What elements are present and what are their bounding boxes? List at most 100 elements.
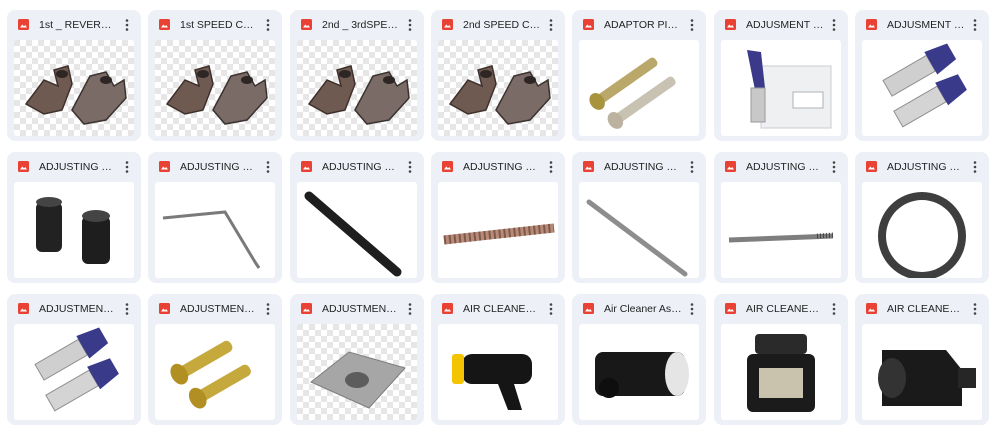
file-name: 1st _ REVERSE S... bbox=[39, 19, 117, 31]
file-card[interactable]: ADJUSMENT B... bbox=[714, 10, 848, 141]
file-card[interactable]: ADJUSTMENT ... bbox=[7, 294, 141, 425]
more-options-icon[interactable] bbox=[968, 301, 982, 317]
file-card[interactable]: ADJUSTING SC... bbox=[572, 152, 706, 283]
file-card[interactable]: ADJUSTING HA... bbox=[148, 152, 282, 283]
file-name: ADJUSTING SC... bbox=[746, 161, 824, 173]
file-thumbnail[interactable] bbox=[14, 40, 134, 136]
file-card-header: 1st _ REVERSE S... bbox=[7, 10, 141, 38]
file-name: ADJUSTING PIP... bbox=[322, 161, 400, 173]
file-thumbnail[interactable] bbox=[155, 324, 275, 420]
file-card-header: ADJUSTMENT ... bbox=[290, 294, 424, 322]
image-file-icon bbox=[301, 161, 312, 172]
file-card[interactable]: ADJUSMENT B... bbox=[855, 10, 989, 141]
more-options-icon[interactable] bbox=[403, 159, 417, 175]
image-file-icon bbox=[866, 303, 877, 314]
more-options-icon[interactable] bbox=[544, 17, 558, 33]
file-card[interactable]: AIR CLEANER A... bbox=[431, 294, 565, 425]
more-options-icon[interactable] bbox=[968, 159, 982, 175]
file-card-header: ADJUSTING HA... bbox=[148, 152, 282, 180]
file-name: ADJUSTING HA... bbox=[180, 161, 258, 173]
image-file-icon bbox=[442, 303, 453, 314]
file-card[interactable]: ADJUSTING WA... bbox=[855, 152, 989, 283]
file-card-header: AIR CLEANER A... bbox=[714, 294, 848, 322]
file-card-header: 1st SPEED CHA... bbox=[148, 10, 282, 38]
file-card-header: ADJUSTING PIP... bbox=[431, 152, 565, 180]
file-card-header: ADAPTOR PIN, ... bbox=[572, 10, 706, 38]
file-thumbnail[interactable] bbox=[438, 182, 558, 278]
more-options-icon[interactable] bbox=[827, 17, 841, 33]
file-card[interactable]: ADJUSTMENT ... bbox=[290, 294, 424, 425]
file-card[interactable]: ADJUSTMENT ... bbox=[148, 294, 282, 425]
file-card[interactable]: ADJUSTING HA... bbox=[7, 152, 141, 283]
file-thumbnail[interactable] bbox=[297, 324, 417, 420]
more-options-icon[interactable] bbox=[544, 159, 558, 175]
file-card[interactable]: 1st _ REVERSE S... bbox=[7, 10, 141, 141]
file-name: ADJUSMENT B... bbox=[746, 19, 824, 31]
file-card[interactable]: Air Cleaner Ass... bbox=[572, 294, 706, 425]
file-thumbnail[interactable] bbox=[14, 324, 134, 420]
more-options-icon[interactable] bbox=[685, 17, 699, 33]
file-thumbnail[interactable] bbox=[862, 324, 982, 420]
image-file-icon bbox=[725, 303, 736, 314]
more-options-icon[interactable] bbox=[120, 17, 134, 33]
image-file-icon bbox=[866, 161, 877, 172]
file-card[interactable]: AIR CLEANER A... bbox=[855, 294, 989, 425]
file-name: ADJUSTMENT ... bbox=[180, 303, 258, 315]
file-card-header: ADJUSTMENT ... bbox=[148, 294, 282, 322]
file-card[interactable]: ADJUSTING PIP... bbox=[290, 152, 424, 283]
more-options-icon[interactable] bbox=[685, 301, 699, 317]
image-file-icon bbox=[159, 161, 170, 172]
file-thumbnail[interactable] bbox=[579, 324, 699, 420]
file-name: AIR CLEANER A... bbox=[746, 303, 824, 315]
image-file-icon bbox=[725, 161, 736, 172]
file-card-header: 2nd SPEED CH... bbox=[431, 10, 565, 38]
file-name: ADAPTOR PIN, ... bbox=[604, 19, 682, 31]
file-thumbnail[interactable] bbox=[721, 182, 841, 278]
more-options-icon[interactable] bbox=[827, 301, 841, 317]
more-options-icon[interactable] bbox=[403, 17, 417, 33]
more-options-icon[interactable] bbox=[120, 301, 134, 317]
more-options-icon[interactable] bbox=[968, 17, 982, 33]
file-card-header: ADJUSMENT B... bbox=[714, 10, 848, 38]
more-options-icon[interactable] bbox=[261, 301, 275, 317]
file-thumbnail[interactable] bbox=[438, 40, 558, 136]
more-options-icon[interactable] bbox=[120, 159, 134, 175]
image-file-icon bbox=[866, 19, 877, 30]
file-card[interactable]: 1st SPEED CHA... bbox=[148, 10, 282, 141]
more-options-icon[interactable] bbox=[544, 301, 558, 317]
file-thumbnail[interactable] bbox=[862, 182, 982, 278]
file-card[interactable]: 2nd _ 3rdSPEE... bbox=[290, 10, 424, 141]
file-thumbnail[interactable] bbox=[579, 40, 699, 136]
more-options-icon[interactable] bbox=[261, 17, 275, 33]
file-name: ADJUSTMENT ... bbox=[39, 303, 117, 315]
file-thumbnail[interactable] bbox=[297, 182, 417, 278]
file-card[interactable]: ADJUSTING PIP... bbox=[431, 152, 565, 283]
file-card-header: Air Cleaner Ass... bbox=[572, 294, 706, 322]
file-name: ADJUSTING HA... bbox=[39, 161, 117, 173]
file-card-header: ADJUSTING WA... bbox=[855, 152, 989, 180]
file-card-header: ADJUSTING HA... bbox=[7, 152, 141, 180]
file-name: ADJUSTING PIP... bbox=[463, 161, 541, 173]
more-options-icon[interactable] bbox=[827, 159, 841, 175]
file-thumbnail[interactable] bbox=[14, 182, 134, 278]
file-thumbnail[interactable] bbox=[721, 40, 841, 136]
file-card[interactable]: ADAPTOR PIN, ... bbox=[572, 10, 706, 141]
file-name: 2nd _ 3rdSPEE... bbox=[322, 19, 400, 31]
file-thumbnail[interactable] bbox=[155, 182, 275, 278]
file-card[interactable]: ADJUSTING SC... bbox=[714, 152, 848, 283]
file-name: 2nd SPEED CH... bbox=[463, 19, 541, 31]
file-thumbnail[interactable] bbox=[297, 40, 417, 136]
file-thumbnail[interactable] bbox=[155, 40, 275, 136]
file-card[interactable]: 2nd SPEED CH... bbox=[431, 10, 565, 141]
more-options-icon[interactable] bbox=[685, 159, 699, 175]
image-file-icon bbox=[159, 303, 170, 314]
image-file-icon bbox=[725, 19, 736, 30]
file-thumbnail[interactable] bbox=[579, 182, 699, 278]
file-thumbnail[interactable] bbox=[721, 324, 841, 420]
file-name: AIR CLEANER A... bbox=[463, 303, 541, 315]
more-options-icon[interactable] bbox=[261, 159, 275, 175]
file-thumbnail[interactable] bbox=[438, 324, 558, 420]
more-options-icon[interactable] bbox=[403, 301, 417, 317]
file-thumbnail[interactable] bbox=[862, 40, 982, 136]
file-card[interactable]: AIR CLEANER A... bbox=[714, 294, 848, 425]
